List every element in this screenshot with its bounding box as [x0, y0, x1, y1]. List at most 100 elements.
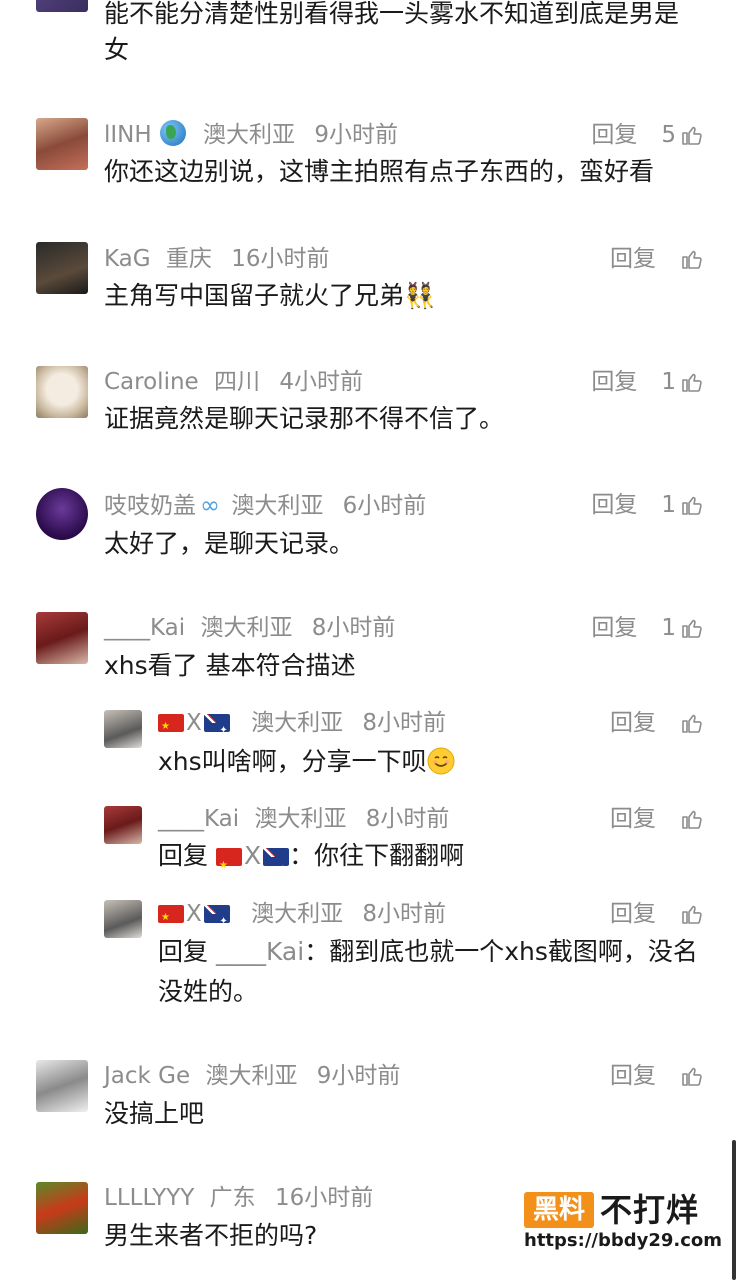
- australia-flag-icon: [203, 714, 230, 746]
- reply-text: 回复 ____Kai：翻到底也就一个xhs截图啊，没名: [158, 932, 698, 972]
- reply-button[interactable]: 回复: [610, 1061, 656, 1091]
- avatar[interactable]: [36, 612, 88, 664]
- reply-button[interactable]: 回复: [591, 367, 637, 397]
- reply-button[interactable]: 回复: [610, 804, 656, 834]
- timestamp: 4小时前: [279, 369, 363, 395]
- mention-target[interactable]: ____Kai: [216, 937, 304, 966]
- comment-text: 女: [104, 35, 130, 64]
- username[interactable]: 吱吱奶盖: [104, 493, 196, 519]
- watermark-title: 不打烊: [600, 1191, 700, 1229]
- reply-meta: X 澳大利亚 8小时前: [158, 899, 447, 937]
- comment-meta: KaG 重庆 16小时前: [104, 244, 330, 274]
- reply-button[interactable]: 回复: [610, 899, 656, 929]
- comment-text: 没搞上吧: [104, 1099, 205, 1128]
- comment-meta: lINH 澳大利亚 9小时前: [104, 120, 398, 150]
- location: 澳大利亚: [231, 493, 324, 519]
- reply-actions: 回复: [610, 804, 704, 834]
- like-icon[interactable]: [680, 493, 704, 517]
- reply-actions: 回复: [610, 708, 704, 738]
- comment-meta: Caroline 四川 4小时前: [104, 367, 363, 397]
- location: 澳大利亚: [200, 615, 293, 641]
- comment-text: 太好了，是聊天记录。: [104, 529, 355, 558]
- username-mid[interactable]: X: [186, 710, 202, 736]
- avatar[interactable]: [36, 1060, 88, 1112]
- like-icon[interactable]: [680, 370, 704, 394]
- reply-button[interactable]: 回复: [610, 244, 656, 274]
- comment-actions: 回复: [610, 1061, 704, 1091]
- comment-text: 男生来者不拒的吗?: [104, 1221, 318, 1250]
- reply-button[interactable]: 回复: [591, 613, 637, 643]
- comment-text: 你还这边别说，这博主拍照有点子东西的，蛮好看: [104, 157, 655, 186]
- globe-icon: [159, 120, 186, 146]
- reply-text: 回复 X ：你往下翻翻啊: [158, 836, 464, 890]
- avatar[interactable]: [104, 806, 142, 844]
- reply-meta: X 澳大利亚 8小时前: [158, 708, 447, 746]
- username[interactable]: ____Kai: [158, 806, 239, 832]
- username-mid[interactable]: X: [186, 901, 202, 927]
- location: 澳大利亚: [254, 806, 347, 832]
- like-count: 1: [661, 369, 676, 395]
- timestamp: 16小时前: [274, 1185, 374, 1211]
- username[interactable]: KaG: [104, 246, 151, 272]
- location: 澳大利亚: [205, 1063, 298, 1089]
- reply-button[interactable]: 回复: [591, 120, 637, 150]
- location: 四川: [214, 369, 260, 395]
- comment-meta: 吱吱奶盖 ∞ 澳大利亚 6小时前: [104, 490, 426, 521]
- comment-meta: ____Kai 澳大利亚 8小时前: [104, 613, 395, 643]
- avatar[interactable]: [104, 710, 142, 748]
- comment-text: 证据竟然是聊天记录那不得不信了。: [104, 404, 505, 433]
- scrollbar[interactable]: [732, 1140, 736, 1280]
- timestamp: 8小时前: [362, 710, 447, 736]
- reply-text-line2: 没姓的。: [158, 977, 259, 1006]
- like-icon[interactable]: [680, 1064, 704, 1088]
- reply-text: xhs叫啥啊，分享一下呗: [158, 742, 455, 782]
- like-count: 5: [661, 122, 676, 148]
- like-count: 1: [661, 615, 676, 641]
- avatar[interactable]: [36, 0, 88, 12]
- comment-text: 主角写中国留子就火了兄弟👯: [104, 281, 436, 310]
- timestamp: 9小时前: [314, 122, 398, 148]
- username[interactable]: LLLLYYY: [104, 1185, 194, 1211]
- avatar[interactable]: [104, 900, 142, 938]
- like-icon[interactable]: [680, 902, 704, 926]
- comment-actions: 回复 1: [591, 613, 704, 643]
- australia-flag-icon: [203, 905, 230, 937]
- china-flag-icon: [158, 903, 184, 933]
- infinity-icon: ∞: [200, 491, 220, 519]
- location: 重庆: [165, 246, 212, 272]
- reply-prefix: 回复: [158, 841, 216, 870]
- like-icon[interactable]: [680, 247, 704, 271]
- username[interactable]: ____Kai: [104, 615, 185, 641]
- avatar[interactable]: [36, 118, 88, 170]
- location: 广东: [209, 1185, 256, 1211]
- comment-actions: 回复 1: [591, 490, 704, 520]
- reply-actions: 回复: [610, 899, 704, 929]
- avatar[interactable]: [36, 366, 88, 418]
- china-flag-icon: [215, 846, 242, 886]
- reply-prefix: 回复: [158, 937, 216, 966]
- avatar[interactable]: [36, 1182, 88, 1234]
- like-icon[interactable]: [680, 807, 704, 831]
- reply-button[interactable]: 回复: [610, 708, 656, 738]
- username[interactable]: Caroline: [104, 369, 199, 395]
- username[interactable]: Jack Ge: [104, 1063, 190, 1089]
- mention-mid[interactable]: X: [244, 841, 261, 870]
- comment-meta: LLLLYYY 广东 16小时前: [104, 1183, 373, 1213]
- username[interactable]: lINH: [104, 122, 152, 148]
- avatar[interactable]: [36, 242, 88, 294]
- timestamp: 8小时前: [362, 901, 447, 927]
- location: 澳大利亚: [251, 901, 344, 927]
- watermark-badge: 黑料: [524, 1192, 594, 1228]
- like-icon[interactable]: [680, 711, 704, 735]
- like-icon[interactable]: [680, 123, 704, 147]
- like-icon[interactable]: [680, 616, 704, 640]
- watermark: 黑料 不打烊 https://bbdy29.com: [524, 1190, 722, 1256]
- avatar[interactable]: [36, 488, 88, 540]
- comment-actions: 回复 1: [591, 367, 704, 397]
- reply-button[interactable]: 回复: [591, 490, 637, 520]
- timestamp: 9小时前: [316, 1063, 401, 1089]
- china-flag-icon: [158, 712, 184, 742]
- timestamp: 8小时前: [365, 806, 450, 832]
- comment-meta: Jack Ge 澳大利亚 9小时前: [104, 1061, 400, 1091]
- reply-text-content: xhs叫啥啊，分享一下呗: [158, 747, 427, 776]
